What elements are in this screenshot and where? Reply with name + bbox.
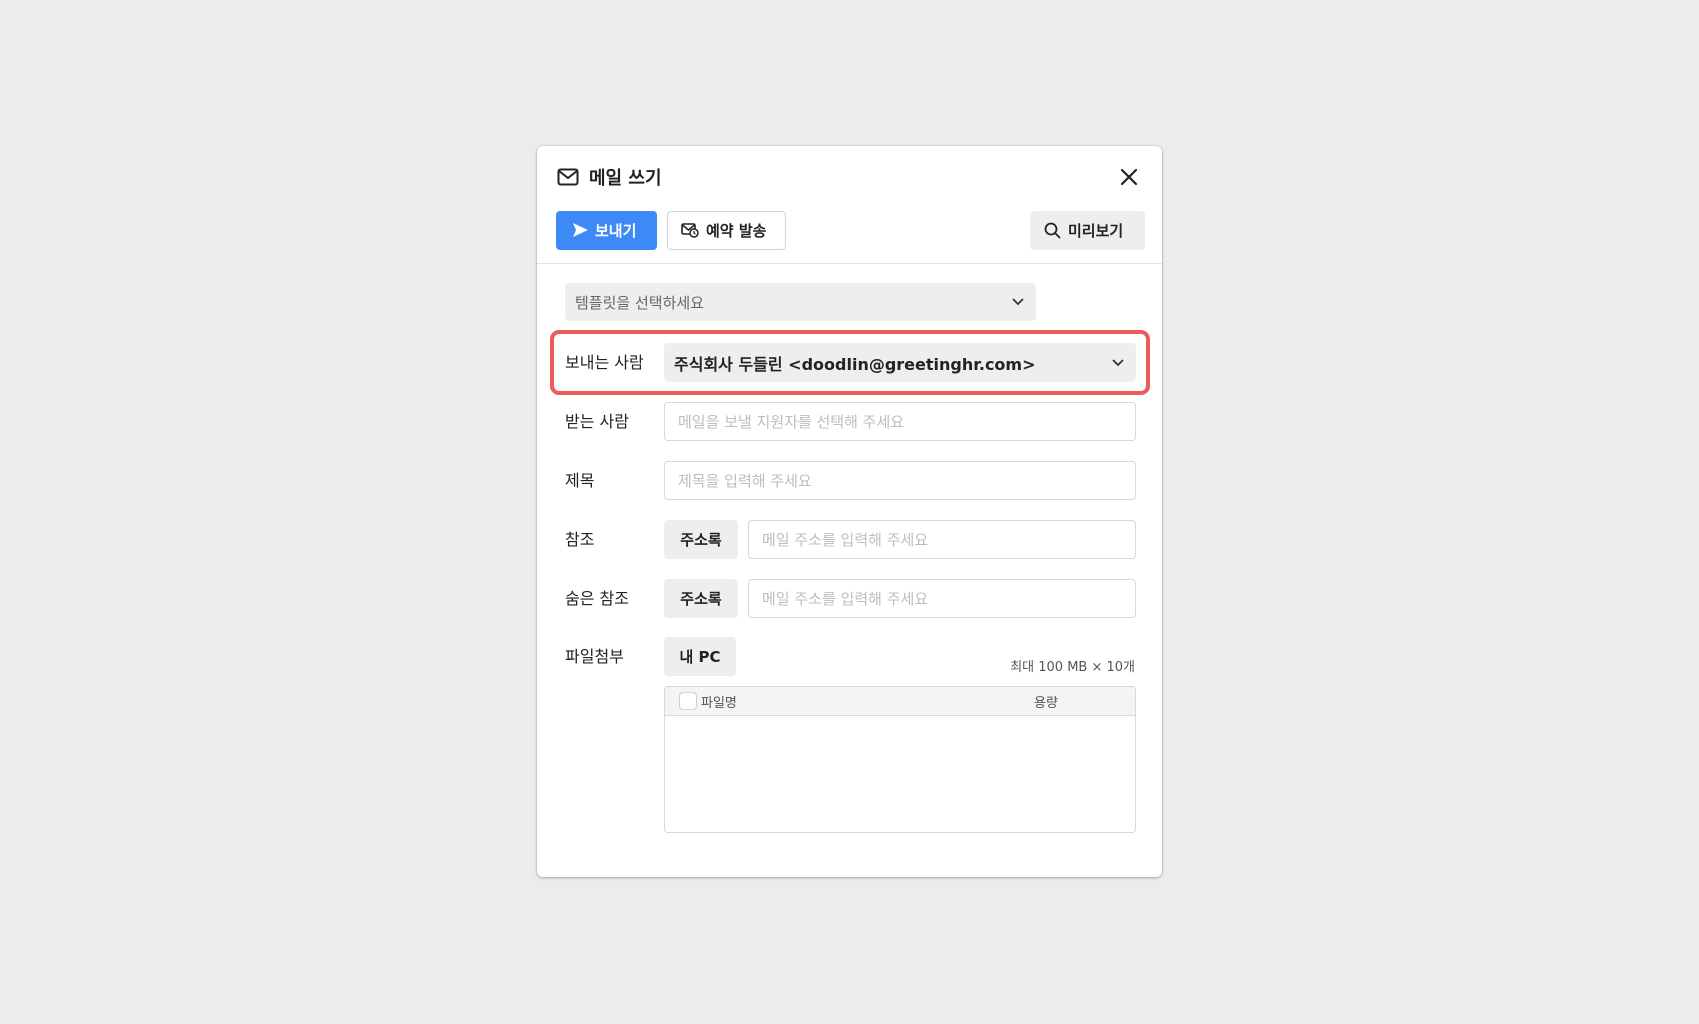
recipient-label: 받는 사람 xyxy=(565,412,629,431)
cc-input[interactable] xyxy=(748,520,1136,559)
attachment-label: 파일첨부 xyxy=(565,647,624,666)
chevron-down-icon xyxy=(1012,298,1024,306)
schedule-send-button[interactable]: 예약 발송 xyxy=(667,210,786,250)
bcc-address-book-button[interactable]: 주소록 xyxy=(664,579,738,618)
mail-icon xyxy=(557,166,579,188)
bcc-label: 숨은 참조 xyxy=(565,589,629,608)
column-header-size: 용량 xyxy=(1034,695,1058,711)
send-button[interactable]: 보내기 xyxy=(556,210,657,250)
preview-button-label: 미리보기 xyxy=(1068,221,1124,240)
column-header-filename: 파일명 xyxy=(701,695,737,711)
bcc-input[interactable] xyxy=(748,579,1136,618)
subject-input[interactable] xyxy=(664,461,1136,500)
attachment-table: 파일명 용량 xyxy=(664,686,1136,833)
chevron-down-icon xyxy=(1112,358,1124,367)
subject-label: 제목 xyxy=(565,471,595,490)
template-select[interactable]: 템플릿을 선택하세요 xyxy=(565,283,1036,321)
dialog-header: 메일 쓰기 xyxy=(557,162,1142,192)
recipient-input[interactable] xyxy=(664,402,1136,441)
scheduled-mail-icon xyxy=(681,223,699,238)
my-pc-button[interactable]: 내 PC xyxy=(664,637,736,676)
search-icon xyxy=(1044,222,1061,238)
sender-label: 보내는 사람 xyxy=(565,353,644,372)
attachment-limit-text: 최대 100 MB × 10개 xyxy=(1010,660,1135,675)
toolbar-divider xyxy=(537,263,1162,264)
cc-address-book-button[interactable]: 주소록 xyxy=(664,520,738,559)
close-icon[interactable] xyxy=(1116,164,1142,190)
dialog-title: 메일 쓰기 xyxy=(589,168,662,189)
select-all-checkbox[interactable] xyxy=(679,692,697,710)
compose-mail-dialog: 메일 쓰기 보내기 예약 발송 미리보기 템플릿을 선택하세요 보내는 사람 주… xyxy=(537,146,1162,877)
schedule-send-label: 예약 발송 xyxy=(706,221,767,240)
sender-select[interactable]: 주식회사 두들린 <doodlin@greetinghr.com> xyxy=(664,343,1136,382)
attachment-table-header: 파일명 용량 xyxy=(665,687,1135,716)
preview-button[interactable]: 미리보기 xyxy=(1030,210,1145,250)
sender-value: 주식회사 두들린 <doodlin@greetinghr.com> xyxy=(674,354,1036,374)
cc-label: 참조 xyxy=(565,530,595,549)
template-select-placeholder: 템플릿을 선택하세요 xyxy=(575,293,704,312)
send-arrow-icon xyxy=(573,223,588,237)
toolbar: 보내기 예약 발송 미리보기 xyxy=(556,210,1145,250)
send-button-label: 보내기 xyxy=(595,221,637,240)
